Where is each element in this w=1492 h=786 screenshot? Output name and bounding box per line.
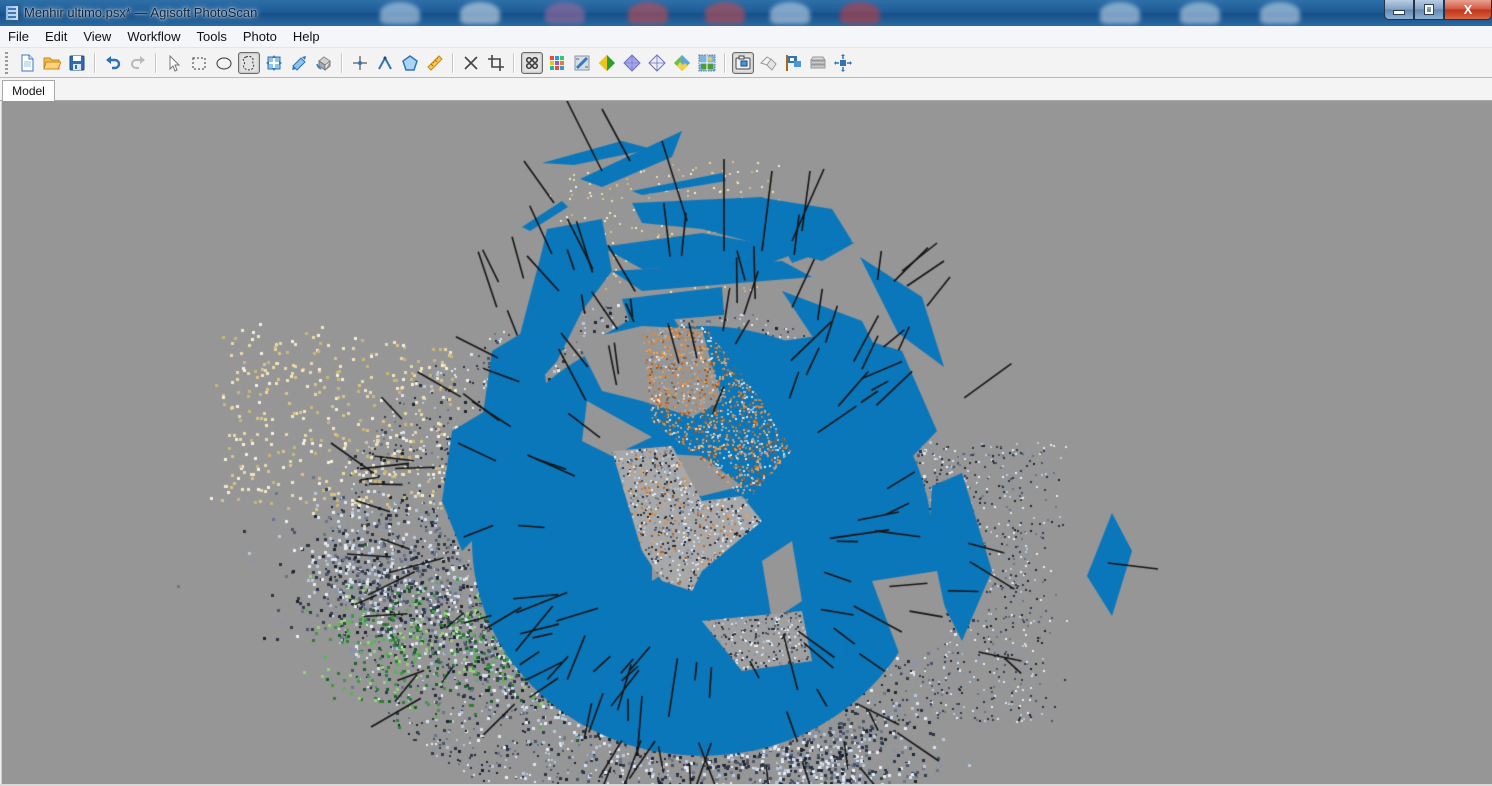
point-cloud-variance-button[interactable] xyxy=(546,52,568,74)
redo-button[interactable] xyxy=(127,52,149,74)
textured-model-button[interactable] xyxy=(671,52,693,74)
navigation-button[interactable] xyxy=(163,52,185,74)
title-bar: Menhir ultimo.psx* — Agisoft PhotoScan X xyxy=(0,0,1492,26)
free-form-selection-icon xyxy=(240,54,258,72)
rotate-region-icon xyxy=(315,54,333,72)
circle-selection-icon xyxy=(215,54,233,72)
minimize-icon xyxy=(1393,10,1405,15)
point-cloud-button[interactable] xyxy=(520,51,543,74)
show-region-button[interactable] xyxy=(807,52,829,74)
close-button[interactable]: X xyxy=(1444,0,1492,20)
crop-icon xyxy=(487,54,505,72)
delete-selection-button[interactable] xyxy=(460,52,482,74)
textured-model-icon xyxy=(673,54,691,72)
wireframe-model-button[interactable] xyxy=(646,52,668,74)
resize-region-icon xyxy=(290,54,308,72)
dense-cloud-button[interactable] xyxy=(571,52,593,74)
circle-selection-button[interactable] xyxy=(213,52,235,74)
open-button[interactable] xyxy=(41,52,63,74)
solid-model-button[interactable] xyxy=(621,52,643,74)
film-strip-icon[interactable] xyxy=(5,5,19,21)
cursor-arrow-icon xyxy=(165,54,183,72)
show-cameras-button[interactable] xyxy=(731,51,754,74)
move-region-button[interactable] xyxy=(263,52,285,74)
restore-icon xyxy=(1424,4,1434,15)
rectangle-selection-icon xyxy=(190,54,208,72)
reset-view-button[interactable] xyxy=(832,52,854,74)
menu-tools[interactable]: Tools xyxy=(189,27,235,46)
delete-x-icon xyxy=(462,54,480,72)
toolbar-separator xyxy=(452,52,453,73)
point-cloud-scene[interactable] xyxy=(2,101,1492,784)
window-controls: X xyxy=(1384,0,1492,20)
dense-cloud-icon xyxy=(573,54,591,72)
wireframe-model-icon xyxy=(647,53,666,72)
show-markers-button[interactable] xyxy=(782,52,804,74)
tiled-model-icon xyxy=(698,54,716,72)
draw-polyline-button[interactable] xyxy=(374,52,396,74)
marker-flag-icon xyxy=(784,54,802,72)
show-shapes-button[interactable] xyxy=(757,52,779,74)
draw-point-icon xyxy=(351,54,369,72)
toolbar-separator xyxy=(513,52,514,73)
minimize-button[interactable] xyxy=(1384,0,1414,20)
shaded-model-button[interactable] xyxy=(596,52,618,74)
draw-polygon-icon xyxy=(401,54,419,72)
main-toolbar xyxy=(0,48,1492,78)
draw-point-button[interactable] xyxy=(349,52,371,74)
rectangle-selection-button[interactable] xyxy=(188,52,210,74)
toolbar-separator xyxy=(94,52,95,73)
ruler-icon xyxy=(426,54,444,72)
move-region-icon xyxy=(265,54,283,72)
toolbar-separator xyxy=(341,52,342,73)
resize-region-button[interactable] xyxy=(288,52,310,74)
ruler-button[interactable] xyxy=(424,52,446,74)
restore-button[interactable] xyxy=(1414,0,1444,20)
menu-photo[interactable]: Photo xyxy=(235,27,285,46)
menu-bar: File Edit View Workflow Tools Photo Help xyxy=(0,26,1492,48)
close-icon: X xyxy=(1463,2,1473,17)
toolbar-separator xyxy=(155,52,156,73)
undo-icon xyxy=(104,54,122,72)
free-form-selection-button[interactable] xyxy=(237,51,260,74)
crop-selection-button[interactable] xyxy=(485,52,507,74)
tiled-model-button[interactable] xyxy=(696,52,718,74)
toolbar-grip[interactable] xyxy=(5,51,8,74)
camera-icon xyxy=(734,54,752,72)
menu-edit[interactable]: Edit xyxy=(37,27,75,46)
draw-polyline-icon xyxy=(376,54,394,72)
region-layers-icon xyxy=(809,54,827,72)
draw-polygon-button[interactable] xyxy=(399,52,421,74)
menu-workflow[interactable]: Workflow xyxy=(119,27,188,46)
tab-model[interactable]: Model xyxy=(2,80,55,101)
save-button[interactable] xyxy=(66,52,88,74)
shapes-icon xyxy=(759,54,777,72)
window-title: Menhir ultimo.psx* — Agisoft PhotoScan xyxy=(24,5,258,20)
rotate-region-button[interactable] xyxy=(313,52,335,74)
save-disk-icon xyxy=(68,54,86,72)
undo-button[interactable] xyxy=(102,52,124,74)
open-folder-icon xyxy=(42,54,61,72)
point-cloud-icon xyxy=(523,54,541,72)
menu-file[interactable]: File xyxy=(0,27,37,46)
toolbar-separator xyxy=(724,52,725,73)
redo-icon xyxy=(129,54,147,72)
menu-help[interactable]: Help xyxy=(285,27,328,46)
point-cloud-variance-icon xyxy=(548,54,566,72)
shaded-model-icon xyxy=(598,54,616,72)
new-document-icon xyxy=(18,54,36,72)
new-button[interactable] xyxy=(16,52,38,74)
tab-strip: Model xyxy=(0,78,1492,101)
menu-view[interactable]: View xyxy=(75,27,119,46)
solid-model-icon xyxy=(622,53,641,72)
model-viewport[interactable] xyxy=(1,101,1492,784)
reset-view-icon xyxy=(833,53,852,72)
